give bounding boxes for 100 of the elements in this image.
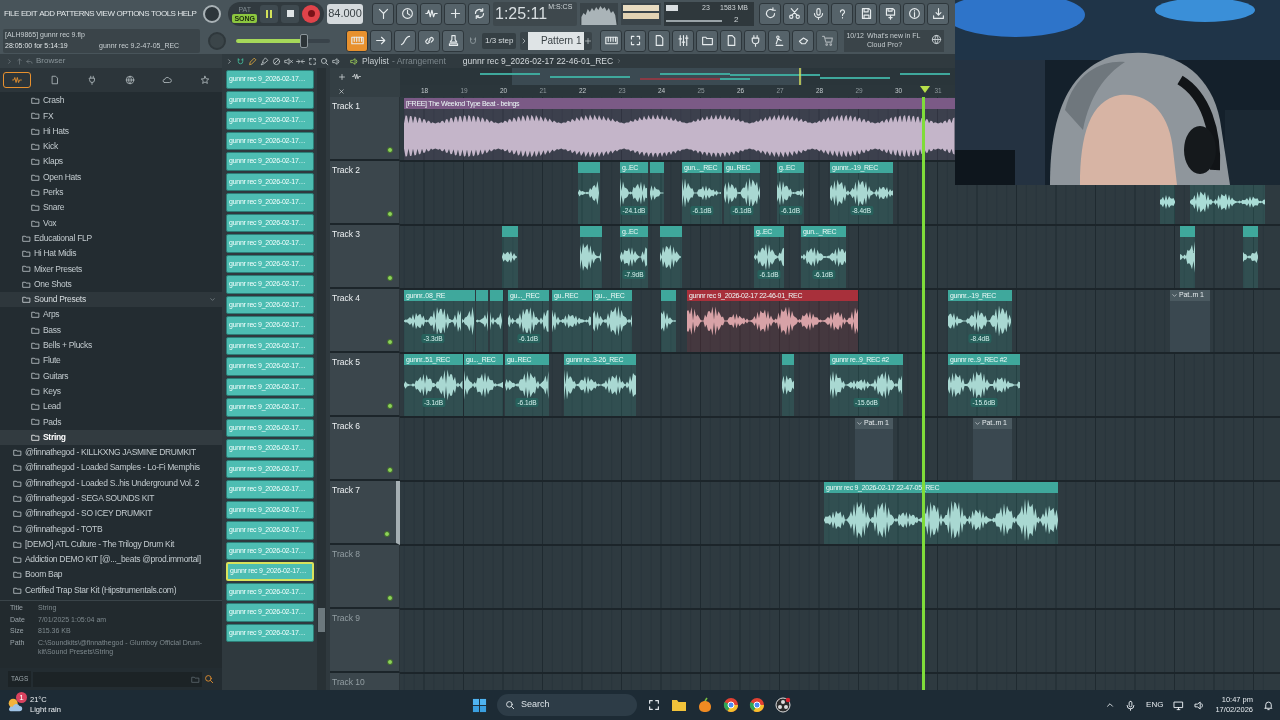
browser-item[interactable]: Educational FLP xyxy=(0,230,222,246)
browser-item[interactable]: Mixer Presets xyxy=(0,261,222,277)
browser-item-label: Open Hats xyxy=(43,170,81,184)
menu-item[interactable]: ADD xyxy=(39,7,55,20)
track-header[interactable]: Track 3 xyxy=(330,225,400,289)
browser-item-label: @finnathegod - TOTB xyxy=(25,522,103,536)
song-time: 1:25:11 xyxy=(495,3,548,24)
browser-item-label: Pads xyxy=(43,415,62,429)
track-name: Track 1 xyxy=(332,100,361,113)
snap-selector[interactable]: 1/3 step xyxy=(482,32,517,49)
browser-item[interactable]: One Shots xyxy=(0,276,222,292)
track-name: Track 6 xyxy=(332,420,361,433)
current-clip-name[interactable]: gunnr rec 9_2026-02-17 22-46-01_REC xyxy=(462,54,614,68)
track-header[interactable]: Track 2 xyxy=(330,161,400,225)
browser-item-label: Keys xyxy=(43,384,61,398)
browser-item[interactable]: @finnathegod - SEGA SOUNDS KIT xyxy=(0,490,222,506)
browser-item[interactable]: Guitars xyxy=(0,368,222,384)
browser-item[interactable]: Vox xyxy=(0,215,222,231)
track-name: Track 10 xyxy=(332,676,365,689)
browser-item[interactable]: Hi Hat Midis xyxy=(0,245,222,262)
track-name: Track 9 xyxy=(332,612,361,625)
browser-item-label: Addiction DEMO KIT [@..._beats @prod.immortal] xyxy=(25,553,201,566)
panel-title: Browser xyxy=(36,55,66,67)
menu-item[interactable]: TOOLS xyxy=(151,7,176,20)
track-name: Track 5 xyxy=(332,356,361,369)
browser-item-label: Vox xyxy=(43,216,57,230)
menu-item[interactable]: FILE xyxy=(4,7,19,20)
menu-item[interactable]: EDIT xyxy=(20,7,38,20)
browser-item[interactable]: Certified Trap Star Kit (Hipstrumentals.com) xyxy=(0,582,222,598)
browser-item[interactable]: Open Hats xyxy=(0,169,222,185)
browser-item[interactable]: [DEMO] ATL Culture - The Trilogy Drum Kit xyxy=(0,536,222,552)
pattern-name: Pattern 1 xyxy=(528,31,585,50)
window-title: Playlist xyxy=(362,54,389,68)
browser-item[interactable]: Addiction DEMO KIT [@..._beats @prod.immortal] xyxy=(0,551,222,568)
track-name: Track 3 xyxy=(332,228,361,241)
track-header[interactable]: Track 5 xyxy=(330,353,400,417)
browser-item-label: Snare xyxy=(43,201,65,215)
browser-item[interactable]: FX xyxy=(0,108,222,124)
pattern-selector[interactable]: Pattern 1 xyxy=(520,31,593,50)
browser-item-label: @finnathegod - Loaded S..his Underground Vol. 2 xyxy=(25,476,200,490)
search-field[interactable]: Search xyxy=(497,694,637,716)
browser-item[interactable]: Flute xyxy=(0,353,222,369)
browser-item[interactable]: @finnathegod - KILLKXNG JASMINE DRUMKIT xyxy=(0,444,222,461)
browser-item[interactable]: Bass xyxy=(0,322,222,338)
browser-item-label: @finnathegod - SEGA SOUNDS KIT xyxy=(25,492,155,505)
browser-item-label: Guitars xyxy=(43,369,69,383)
track-header[interactable]: Track 9 xyxy=(330,609,400,673)
browser-item[interactable]: Kick xyxy=(0,138,222,155)
language-indicator[interactable]: ENG xyxy=(1146,699,1164,711)
window-subtitle: - Arrangement xyxy=(391,54,446,68)
track-name: Track 7 xyxy=(332,484,361,497)
browser-item[interactable]: Crash xyxy=(0,93,222,109)
browser-item[interactable]: Arps xyxy=(0,307,222,323)
browser-item[interactable]: @finnathegod - Loaded Samples - Lo-Fi Memphis xyxy=(0,460,222,476)
menu-item[interactable]: OPTIONS xyxy=(116,7,149,20)
browser-item[interactable]: Perks xyxy=(0,184,222,201)
browser-item[interactable]: @finnathegod - Loaded S..his Underground Vol. 2 xyxy=(0,475,222,491)
browser-item[interactable]: @finnathegod - SO ICEY DRUMKIT xyxy=(0,506,222,522)
browser-item[interactable]: Boom Bap xyxy=(0,567,222,583)
browser-item[interactable]: Keys xyxy=(0,383,222,399)
browser-item[interactable]: String xyxy=(0,429,222,445)
browser-item[interactable]: Snare xyxy=(0,200,222,216)
browser-item-label: Crash xyxy=(43,94,65,107)
menu-item[interactable]: VIEW xyxy=(96,7,115,20)
browser-item[interactable]: Klaps xyxy=(0,154,222,170)
browser-item-label: Bass xyxy=(43,323,61,337)
track-header[interactable]: Track 6 xyxy=(330,417,400,481)
browser-item-label: Lead xyxy=(43,400,61,413)
browser-item-label: Perks xyxy=(43,186,64,199)
notification-badge: 1 xyxy=(16,692,27,703)
track-header[interactable]: Track 7 xyxy=(330,481,400,545)
menu-item[interactable]: HELP xyxy=(177,7,197,20)
tempo-display[interactable]: 84.000 xyxy=(327,3,363,24)
browser-item-label: Arps xyxy=(43,308,60,322)
track-header[interactable]: Track 1 xyxy=(330,97,400,161)
track-name: Track 4 xyxy=(332,292,361,305)
track-header[interactable]: Track 10 xyxy=(330,673,400,690)
browser-item-label: @finnathegod - KILLKXNG JASMINE DRUMKIT xyxy=(25,446,196,459)
browser-item-label: String xyxy=(43,430,66,444)
browser-item[interactable]: Sound Presets xyxy=(0,291,222,308)
browser-item[interactable]: Hi Hats xyxy=(0,123,222,139)
browser-item-label: One Shots xyxy=(34,277,72,291)
browser-item-label: Hi Hats xyxy=(43,124,69,138)
browser-item[interactable]: Pads xyxy=(0,414,222,430)
browser-item-label: Sound Presets xyxy=(34,293,86,306)
menu-item[interactable]: PATTERNS xyxy=(56,7,94,20)
browser-item-label: Kick xyxy=(43,140,58,153)
browser-item[interactable]: Lead xyxy=(0,398,222,415)
browser-item-label: Klaps xyxy=(43,155,63,169)
browser-item[interactable]: Bells + Plucks xyxy=(0,337,222,354)
browser-item-label: FX xyxy=(43,109,54,123)
track-header[interactable]: Track 4 xyxy=(330,289,400,353)
browser-item-label: Flute xyxy=(43,354,61,368)
browser-item-label: Certified Trap Star Kit (Hipstrumentals.com) xyxy=(25,583,177,597)
track-name: Track 2 xyxy=(332,164,361,177)
browser-item[interactable]: @finnathegod - TOTB xyxy=(0,521,222,537)
browser-item-label: Hi Hat Midis xyxy=(34,247,77,260)
browser-item-label: Educational FLP xyxy=(34,231,92,245)
track-header[interactable]: Track 8 xyxy=(330,545,400,609)
browser-item-label: Boom Bap xyxy=(25,568,63,582)
